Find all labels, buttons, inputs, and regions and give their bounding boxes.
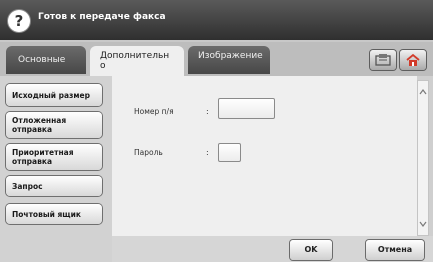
favorites-icon	[375, 54, 391, 66]
mailbox-number-field[interactable]	[218, 98, 275, 119]
tab-advanced-label: Дополнительно	[100, 51, 170, 71]
tab-image[interactable]: Изображение	[188, 46, 270, 74]
scrollbar[interactable]	[417, 80, 429, 236]
sidebar-item-label: Почтовый ящик	[12, 209, 81, 219]
home-button[interactable]	[400, 50, 426, 70]
scroll-down-icon[interactable]	[419, 221, 427, 227]
sidebar-item-label: Запрос	[12, 181, 43, 191]
help-icon[interactable]: ?	[8, 10, 30, 32]
ok-button[interactable]: OK	[290, 240, 332, 260]
action-bar: OK Отмена	[112, 236, 433, 262]
settings-panel: Номер п/я : Пароль :	[112, 76, 417, 236]
sidebar-item-polling[interactable]: Запрос	[6, 176, 102, 196]
sidebar: Исходный размер Отложенная отправка Прио…	[0, 76, 112, 262]
status-header: ? Готов к передаче факса	[0, 0, 433, 42]
favorites-button[interactable]	[370, 50, 396, 70]
home-icon	[406, 53, 420, 66]
tab-basic[interactable]: Основные	[6, 46, 86, 74]
separator: :	[206, 107, 209, 116]
fax-screen: ? Готов к передаче факса Основные Дополн…	[0, 0, 433, 262]
tab-basic-label: Основные	[18, 55, 66, 65]
separator: :	[206, 148, 209, 157]
password-field[interactable]	[218, 143, 241, 162]
tab-advanced[interactable]: Дополнительно	[90, 46, 184, 76]
scroll-up-icon[interactable]	[419, 89, 427, 95]
sidebar-item-delayed-send[interactable]: Отложенная отправка	[6, 112, 102, 138]
sidebar-item-original-size[interactable]: Исходный размер	[6, 84, 102, 106]
sidebar-item-label: Приоритетная отправка	[12, 148, 74, 166]
sidebar-item-priority-send[interactable]: Приоритетная отправка	[6, 144, 102, 170]
mailbox-number-label: Номер п/я	[134, 107, 174, 116]
tab-bar: Основные Дополнительно Изображение	[0, 42, 433, 76]
sidebar-item-label: Исходный размер	[12, 90, 90, 100]
cancel-button[interactable]: Отмена	[366, 240, 424, 260]
sidebar-item-mailbox[interactable]: Почтовый ящик	[6, 204, 102, 224]
tab-image-label: Изображение	[198, 51, 263, 61]
sidebar-item-label: Отложенная отправка	[12, 116, 67, 134]
status-message: Готов к передаче факса	[38, 12, 166, 22]
password-label: Пароль	[134, 148, 163, 157]
